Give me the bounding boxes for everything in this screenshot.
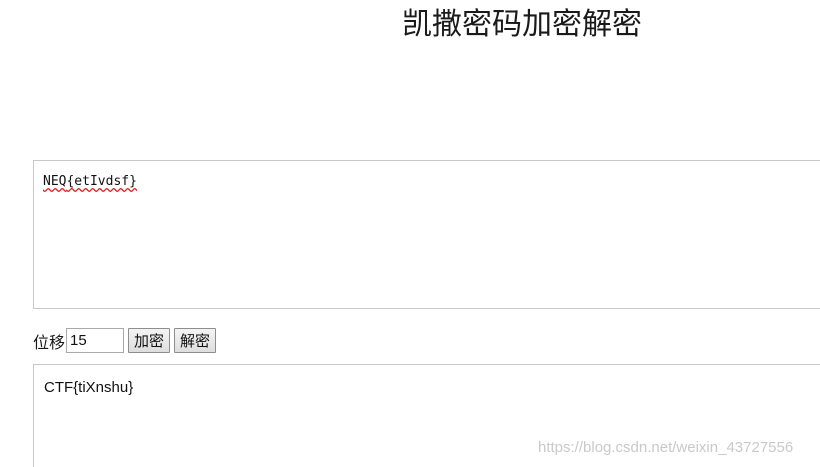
shift-input[interactable] (66, 328, 125, 353)
cipher-controls: 位移 加密 解密 (33, 327, 220, 354)
ciphertext-input[interactable]: NEQ{etIvdsf} (33, 160, 820, 309)
page-title: 凯撒密码加密解密 (402, 7, 642, 42)
ciphertext-rest: {etIvdsf} (66, 174, 137, 189)
plaintext-output-text: CTF{tiXnshu} (44, 379, 134, 396)
ciphertext-prefix: NEQ (43, 174, 67, 189)
shift-label: 位移 (33, 332, 66, 352)
encrypt-button[interactable]: 加密 (128, 328, 171, 353)
watermark: https://blog.csdn.net/weixin_43727556 (538, 439, 794, 456)
decrypt-button[interactable]: 解密 (174, 328, 217, 353)
